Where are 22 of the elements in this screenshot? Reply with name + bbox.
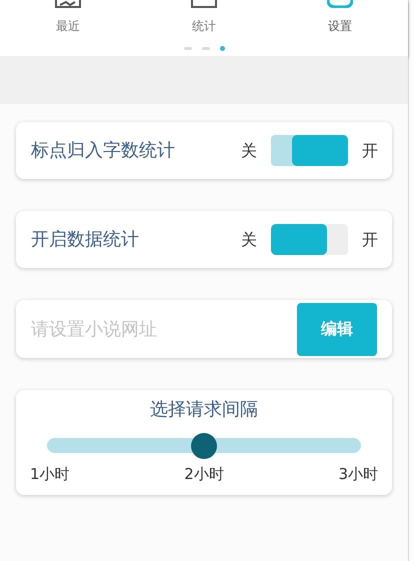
edit-button[interactable]: 编辑 <box>297 302 377 356</box>
tick-label: 2小时 <box>184 464 224 485</box>
off-label: 关 <box>241 140 257 162</box>
on-label: 开 <box>362 228 378 250</box>
inbox-icon <box>55 0 81 8</box>
nav-tab[interactable]: 设置 <box>272 0 408 40</box>
nav-tab[interactable]: 最近 <box>0 0 136 40</box>
url-field[interactable]: 请设置小说网址 编辑 <box>16 300 392 358</box>
on-label: 开 <box>362 140 378 162</box>
toggle-switch[interactable] <box>271 135 348 166</box>
url-input-field[interactable]: 请设置小说网址 <box>31 316 297 342</box>
setting-label: 开启数据统计 <box>31 228 140 252</box>
slider-thumb[interactable] <box>191 432 217 458</box>
tick-label: 3小时 <box>338 464 378 485</box>
tick-label: 1小时 <box>30 464 70 485</box>
toggle-switch[interactable] <box>271 224 348 255</box>
interval-slider[interactable] <box>47 432 361 458</box>
tray-icon <box>191 0 217 8</box>
off-label: 关 <box>241 228 257 250</box>
nav-tab[interactable]: 统计 <box>136 0 272 40</box>
slider-title: 选择请求间隔 <box>150 398 258 422</box>
setting-label: 标点归入字数统计 <box>31 139 176 163</box>
